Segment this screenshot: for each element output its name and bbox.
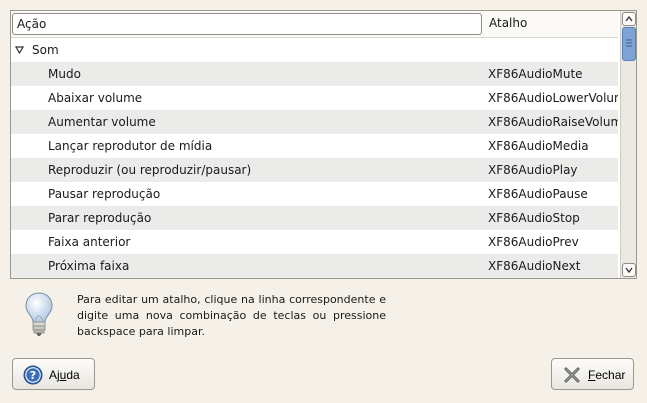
hint-text: Para editar um atalho, clique na linha c… <box>77 293 386 338</box>
close-button[interactable]: Fechar <box>551 358 634 390</box>
chevron-up-icon <box>625 15 633 22</box>
shortcut-cell: XF86AudioMute <box>488 67 583 81</box>
shortcut-cell: XF86AudioPlay <box>488 163 578 177</box>
action-cell: Faixa anterior <box>48 235 131 249</box>
action-cell: Abaixar volume <box>48 91 143 105</box>
shortcut-cell: XF86AudioPrev <box>488 235 579 249</box>
shortcut-cell: XF86AudioMedia <box>488 139 589 153</box>
tree-rows: Som Mudo XF86AudioMute Abaixar volume XF… <box>11 38 618 278</box>
table-row[interactable]: Lançar reprodutor de mídia XF86AudioMedi… <box>11 134 618 158</box>
vertical-scrollbar[interactable] <box>620 11 636 278</box>
help-button-label: Ajuda <box>49 368 80 382</box>
table-row[interactable]: Mudo XF86AudioMute <box>11 62 618 86</box>
column-header-action[interactable]: Ação <box>12 13 482 35</box>
column-header-shortcut[interactable]: Atalho <box>489 16 527 30</box>
action-cell: Reproduzir (ou reproduzir/pausar) <box>48 163 252 177</box>
action-cell: Mudo <box>48 67 81 81</box>
action-cell: Lançar reprodutor de mídia <box>48 139 213 153</box>
shortcut-cell: XF86AudioLowerVolume <box>488 91 618 105</box>
table-row[interactable]: Parar reprodução XF86AudioStop <box>11 206 618 230</box>
shortcut-cell: XF86AudioStop <box>488 211 580 225</box>
help-icon: ? <box>23 365 43 385</box>
table-row[interactable]: Abaixar volume XF86AudioLowerVolume <box>11 86 618 110</box>
close-button-label: Fechar <box>588 368 626 382</box>
svg-text:?: ? <box>30 369 36 382</box>
lightbulb-icon <box>25 292 53 336</box>
group-label: Som <box>32 43 59 57</box>
action-cell: Próxima faixa <box>48 259 130 273</box>
tree-header: Ação Atalho <box>11 11 618 38</box>
group-row-som[interactable]: Som <box>11 38 618 62</box>
scroll-down-button[interactable] <box>622 263 636 277</box>
action-cell: Aumentar volume <box>48 115 156 129</box>
action-cell: Pausar reprodução <box>48 187 161 201</box>
action-cell: Parar reprodução <box>48 211 152 225</box>
scroll-thumb[interactable] <box>622 27 636 61</box>
help-button[interactable]: ? Ajuda <box>12 358 95 390</box>
shortcut-cell: XF86AudioNext <box>488 259 581 273</box>
close-x-icon <box>564 367 580 383</box>
shortcut-cell: XF86AudioPause <box>488 187 588 201</box>
table-row[interactable]: Próxima faixa XF86AudioNext <box>11 254 618 278</box>
table-row[interactable]: Faixa anterior XF86AudioPrev <box>11 230 618 254</box>
scroll-up-button[interactable] <box>622 12 636 26</box>
table-row[interactable]: Reproduzir (ou reproduzir/pausar) XF86Au… <box>11 158 618 182</box>
shortcuts-tree[interactable]: Ação Atalho Som Mudo XF86AudioMute Abaix… <box>10 10 637 279</box>
table-row[interactable]: Pausar reprodução XF86AudioPause <box>11 182 618 206</box>
triangle-down-icon[interactable] <box>15 45 24 54</box>
shortcut-cell: XF86AudioRaiseVolume <box>488 115 618 129</box>
table-row[interactable]: Aumentar volume XF86AudioRaiseVolume <box>11 110 618 134</box>
grip-icon <box>626 39 632 47</box>
chevron-down-icon <box>625 267 633 274</box>
